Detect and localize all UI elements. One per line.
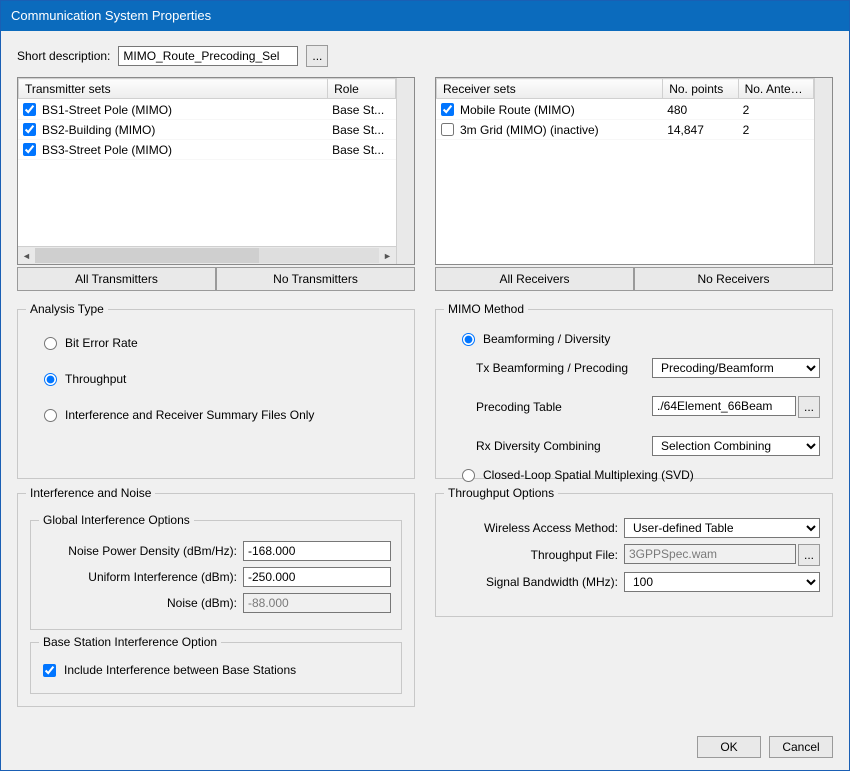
rx-row-points: 14,847 <box>663 120 738 140</box>
scroll-right-icon[interactable]: ► <box>379 247 396 264</box>
table-row[interactable]: 3m Grid (MIMO) (inactive) 14,847 2 <box>437 120 814 140</box>
throughput-file-label: Throughput File: <box>448 548 618 562</box>
radio-bit-error-rate[interactable] <box>44 337 57 350</box>
table-row[interactable]: BS2-Building (MIMO) Base St... <box>19 120 396 140</box>
tx-row-name: BS2-Building (MIMO) <box>42 123 155 137</box>
wireless-access-select[interactable]: User-defined Table <box>624 518 820 538</box>
precoding-table-input[interactable] <box>652 396 796 416</box>
noise-dbm-label: Noise (dBm): <box>41 596 237 610</box>
interference-noise-group: Interference and Noise Global Interferen… <box>17 493 415 707</box>
mimo-method-legend: MIMO Method <box>444 302 528 316</box>
transmitters-header-name[interactable]: Transmitter sets <box>19 79 328 99</box>
throughput-options-legend: Throughput Options <box>444 486 558 500</box>
rx-diversity-select[interactable]: Selection Combining <box>652 436 820 456</box>
ok-button[interactable]: OK <box>697 736 761 758</box>
throughput-options-group: Throughput Options Wireless Access Metho… <box>435 493 833 617</box>
global-interference-group: Global Interference Options Noise Power … <box>30 520 402 630</box>
radio-throughput[interactable] <box>44 373 57 386</box>
transmitters-hscrollbar[interactable]: ◄ ► <box>18 246 396 264</box>
rx-row-name: 3m Grid (MIMO) (inactive) <box>460 123 599 137</box>
tx-row-role: Base St... <box>328 140 396 160</box>
tx-row-checkbox[interactable] <box>23 143 36 156</box>
include-bs-interference-checkbox[interactable] <box>43 664 56 677</box>
lower-groups-row: Interference and Noise Global Interferen… <box>17 493 833 707</box>
radio-throughput-label: Throughput <box>65 372 126 386</box>
noise-dbm-input <box>243 593 391 613</box>
cancel-button[interactable]: Cancel <box>769 736 833 758</box>
window-title: Communication System Properties <box>11 8 211 23</box>
wireless-access-label: Wireless Access Method: <box>448 521 618 535</box>
radio-interference-only[interactable] <box>44 409 57 422</box>
tx-row-role: Base St... <box>328 120 396 140</box>
precoding-table-browse-button[interactable]: ... <box>798 396 820 418</box>
signal-bandwidth-label: Signal Bandwidth (MHz): <box>448 575 618 589</box>
noise-pd-input[interactable] <box>243 541 391 561</box>
signal-bandwidth-select[interactable]: 100 <box>624 572 820 592</box>
rx-row-name: Mobile Route (MIMO) <box>460 103 575 117</box>
dialog-window: Communication System Properties Short de… <box>0 0 850 771</box>
radio-svd-label: Closed-Loop Spatial Multiplexing (SVD) <box>483 468 694 482</box>
radio-svd[interactable] <box>462 469 475 482</box>
short-description-browse-button[interactable]: ... <box>306 45 328 67</box>
tx-row-name: BS1-Street Pole (MIMO) <box>42 103 172 117</box>
no-transmitters-button[interactable]: No Transmitters <box>216 267 415 291</box>
transmitters-vscrollbar[interactable] <box>396 78 414 264</box>
receivers-vscrollbar[interactable] <box>814 78 832 264</box>
rx-row-points: 480 <box>663 100 738 120</box>
table-row[interactable]: Mobile Route (MIMO) 480 2 <box>437 100 814 120</box>
rx-row-ant: 2 <box>738 120 813 140</box>
titlebar: Communication System Properties <box>1 1 849 31</box>
short-description-input[interactable] <box>118 46 298 66</box>
include-bs-interference-label: Include Interference between Base Statio… <box>64 663 296 677</box>
tx-row-role: Base St... <box>328 100 396 120</box>
radio-bit-error-rate-label: Bit Error Rate <box>65 336 138 350</box>
radio-beamforming[interactable] <box>462 333 475 346</box>
rx-row-checkbox[interactable] <box>441 103 454 116</box>
rx-diversity-label: Rx Diversity Combining <box>476 439 646 453</box>
analysis-type-group: Analysis Type Bit Error Rate Throughput … <box>17 309 415 479</box>
dialog-buttons: OK Cancel <box>17 736 833 758</box>
transmitters-header-role[interactable]: Role <box>328 79 396 99</box>
all-transmitters-button[interactable]: All Transmitters <box>17 267 216 291</box>
tx-beamforming-label: Tx Beamforming / Precoding <box>476 361 646 375</box>
table-row[interactable]: BS1-Street Pole (MIMO) Base St... <box>19 100 396 120</box>
receivers-column: Receiver sets No. points No. Anten... Mo… <box>435 77 833 291</box>
interference-noise-legend: Interference and Noise <box>26 486 155 500</box>
scroll-left-icon[interactable]: ◄ <box>18 247 35 264</box>
throughput-file-input <box>624 544 796 564</box>
rx-row-ant: 2 <box>738 100 813 120</box>
uniform-interference-label: Uniform Interference (dBm): <box>41 570 237 584</box>
throughput-file-browse-button[interactable]: ... <box>798 544 820 566</box>
receivers-header-name[interactable]: Receiver sets <box>437 79 663 99</box>
bs-interference-legend: Base Station Interference Option <box>39 635 221 649</box>
precoding-table-label: Precoding Table <box>476 400 646 414</box>
receivers-header-ant[interactable]: No. Anten... <box>738 79 813 99</box>
transmitters-column: Transmitter sets Role BS1-Street Pole (M… <box>17 77 415 291</box>
rx-row-checkbox[interactable] <box>441 123 454 136</box>
client-area: Short description: ... Transmitter sets … <box>1 31 849 770</box>
radio-interference-only-label: Interference and Receiver Summary Files … <box>65 408 314 422</box>
bs-interference-group: Base Station Interference Option Include… <box>30 642 402 694</box>
receivers-header-points[interactable]: No. points <box>663 79 738 99</box>
table-row[interactable]: BS3-Street Pole (MIMO) Base St... <box>19 140 396 160</box>
global-interference-legend: Global Interference Options <box>39 513 194 527</box>
no-receivers-button[interactable]: No Receivers <box>634 267 833 291</box>
middle-groups-row: Analysis Type Bit Error Rate Throughput … <box>17 309 833 479</box>
mimo-method-group: MIMO Method Beamforming / Diversity Tx B… <box>435 309 833 479</box>
transmitters-grid[interactable]: Transmitter sets Role BS1-Street Pole (M… <box>17 77 415 265</box>
uniform-interference-input[interactable] <box>243 567 391 587</box>
tables-row: Transmitter sets Role BS1-Street Pole (M… <box>17 77 833 291</box>
radio-beamforming-label: Beamforming / Diversity <box>483 332 610 346</box>
tx-row-name: BS3-Street Pole (MIMO) <box>42 143 172 157</box>
tx-row-checkbox[interactable] <box>23 123 36 136</box>
tx-row-checkbox[interactable] <box>23 103 36 116</box>
receivers-grid[interactable]: Receiver sets No. points No. Anten... Mo… <box>435 77 833 265</box>
analysis-type-legend: Analysis Type <box>26 302 108 316</box>
all-receivers-button[interactable]: All Receivers <box>435 267 634 291</box>
short-description-label: Short description: <box>17 49 110 63</box>
scrollbar-thumb[interactable] <box>35 248 259 263</box>
short-description-row: Short description: ... <box>17 45 833 67</box>
tx-beamforming-select[interactable]: Precoding/Beamform <box>652 358 820 378</box>
noise-pd-label: Noise Power Density (dBm/Hz): <box>41 544 237 558</box>
